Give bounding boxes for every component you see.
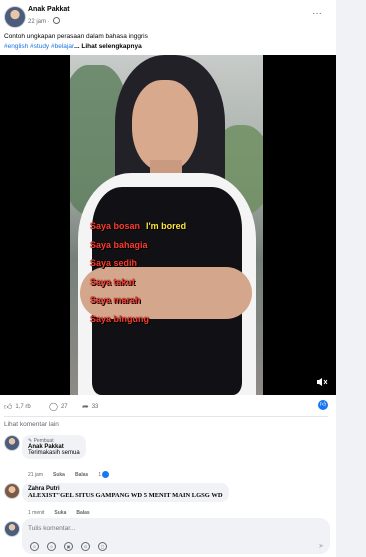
caption-line: Saya bosan I'm bored xyxy=(90,221,187,231)
hashtag-english[interactable]: #english xyxy=(4,43,28,50)
view-more-comments-link[interactable]: Lihat komentar lain xyxy=(4,421,59,428)
caption-text: Contoh ungkapan perasaan dalam bahasa in… xyxy=(4,33,148,40)
post-card: Anak Pakkat 22 jam · ··· Contoh ungkapan… xyxy=(0,0,336,557)
caption-line: Saya marah xyxy=(90,295,141,305)
like-reaction-icon xyxy=(102,471,110,478)
comment-time[interactable]: 1 menit xyxy=(28,510,44,516)
comment-like-button[interactable]: Suka xyxy=(53,472,65,478)
caption-line: Saya bahagia xyxy=(90,240,148,250)
caption-line: Saya sedih xyxy=(90,258,138,268)
video-player[interactable]: Saya bosan I'm bored Saya bahagia Saya se… xyxy=(0,55,336,395)
globe-icon xyxy=(53,17,61,24)
comment-text: ALEXIST"GEL SITUS GAMPANG WD 5 MENIT MAI… xyxy=(28,492,223,499)
comment-count: 27 xyxy=(60,403,68,410)
comment-icon: ◯ xyxy=(49,402,58,411)
comment-time[interactable]: 21 jam xyxy=(28,472,43,478)
comment-input[interactable] xyxy=(28,521,308,535)
post-header: Anak Pakkat 22 jam · ··· xyxy=(4,4,328,28)
comment-meta: 21 jam Suka Balas 1 xyxy=(28,471,110,478)
send-icon[interactable]: ➤ xyxy=(318,542,324,550)
author-avatar[interactable] xyxy=(4,6,26,28)
sticker-icon[interactable]: ▢ xyxy=(98,542,107,551)
hashtag-belajar[interactable]: #belajar xyxy=(51,43,74,50)
avatar-sticker-icon[interactable]: ☺ xyxy=(30,542,39,551)
comment-composer: ☺ ☺ ▣ G ▢ ➤ xyxy=(4,518,330,554)
comment-meta: 1 menit Suka Balas xyxy=(28,510,90,516)
like-reaction-icon[interactable]: 👍︎ xyxy=(318,400,328,410)
share-icon: ➦ xyxy=(82,402,89,411)
comment-like-button[interactable]: Suka xyxy=(54,510,66,516)
commenter-avatar[interactable] xyxy=(4,435,20,451)
post-author-name[interactable]: Anak Pakkat xyxy=(28,6,70,13)
comment-input-box[interactable]: ☺ ☺ ▣ G ▢ ➤ xyxy=(22,518,330,554)
comment-reaction-count[interactable]: 1 xyxy=(98,471,110,478)
post-time[interactable]: 22 jam · xyxy=(28,17,61,25)
reaction-bar: 👍︎ 1,7 rb ◯ 27 ➦ 33 👍︎ xyxy=(4,400,332,414)
comment-reply-button[interactable]: Balas xyxy=(75,472,88,478)
speaker-muted-icon[interactable] xyxy=(316,377,328,387)
more-options-icon[interactable]: ··· xyxy=(312,8,322,19)
user-avatar[interactable] xyxy=(4,521,20,537)
hashtag-study[interactable]: #study xyxy=(30,43,49,50)
comment-bubble: Zahra Putri ALEXIST"GEL SITUS GAMPANG WD… xyxy=(22,483,229,502)
composer-tools: ☺ ☺ ▣ G ▢ xyxy=(30,542,107,551)
comment-bubble: ✎ Pembuat Anak Pakkat Terimakasih semua xyxy=(22,435,86,459)
share-action[interactable]: ➦ 33 xyxy=(82,402,98,411)
like-count: 1,7 rb xyxy=(15,404,31,410)
caption-line: Saya takut xyxy=(90,277,136,287)
comment-reply-button[interactable]: Balas xyxy=(76,510,89,516)
comment-action[interactable]: ◯ 27 xyxy=(49,402,68,411)
emoji-icon[interactable]: ☺ xyxy=(47,542,56,551)
caption-line: Saya bingung xyxy=(90,314,150,324)
post-caption: Contoh ungkapan perasaan dalam bahasa in… xyxy=(4,32,324,52)
see-more-link[interactable]: ... Lihat selengkapnya xyxy=(74,43,142,50)
camera-icon[interactable]: ▣ xyxy=(64,542,73,551)
comment-text: Terimakasih semua xyxy=(28,450,80,456)
like-action[interactable]: 👍︎ 1,7 rb xyxy=(4,402,31,412)
share-count: 33 xyxy=(91,403,99,410)
gif-icon[interactable]: G xyxy=(81,542,90,551)
commenter-avatar[interactable] xyxy=(4,483,20,499)
divider xyxy=(4,416,328,417)
thumbs-up-icon: 👍︎ xyxy=(4,402,13,411)
